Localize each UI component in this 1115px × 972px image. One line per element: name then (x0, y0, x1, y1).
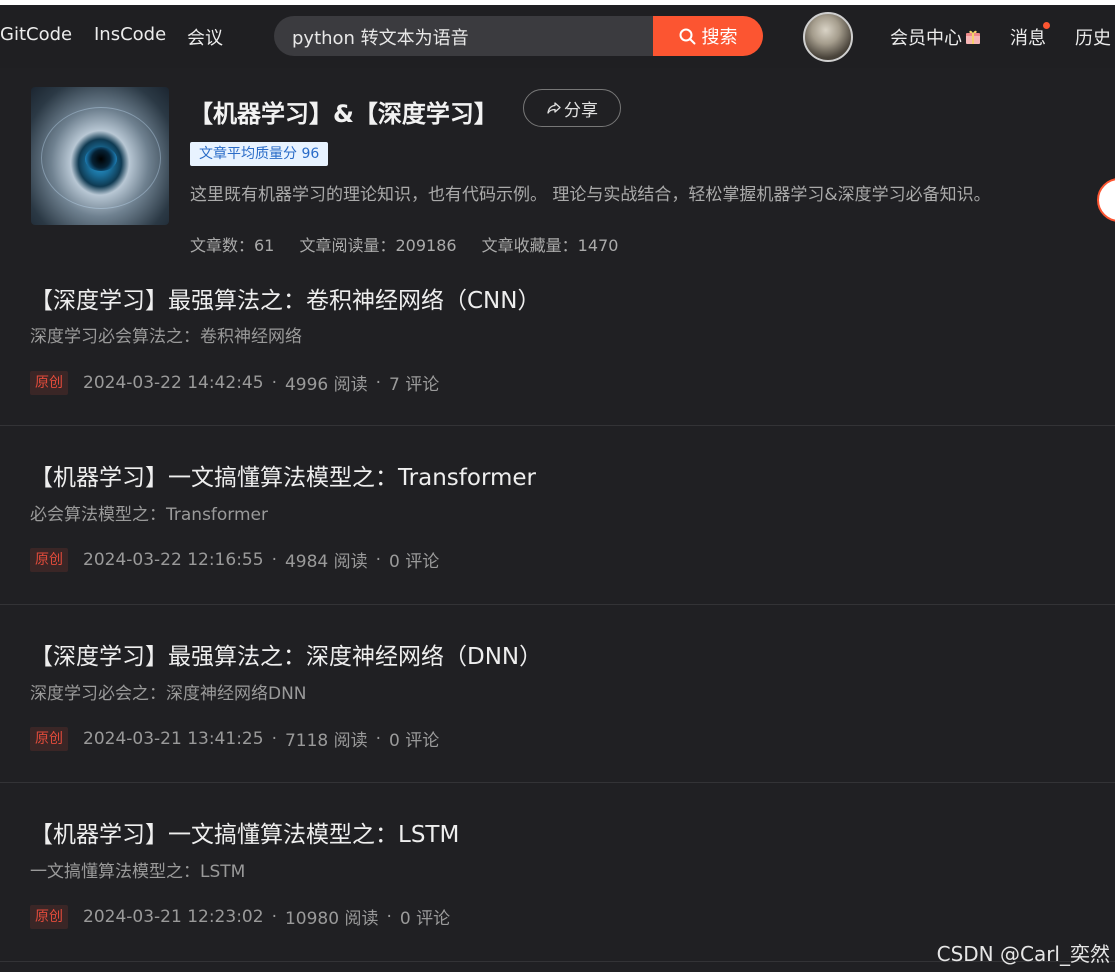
article-meta: 原创 2024-03-21 13:41:25 · 7118 阅读 · 0 评论 (30, 726, 439, 751)
article-comments[interactable]: 0 评论 (400, 904, 450, 929)
search-button-label: 搜索 (701, 27, 738, 48)
article-item[interactable]: 【机器学习】一文搞懂算法模型之：LSTM 一文搞懂算法模型之：LSTM 原创 2… (0, 783, 1115, 962)
original-tag: 原创 (30, 370, 68, 395)
article-item[interactable]: 【深度学习】最强算法之：卷积神经网络（CNN） 深度学习必会算法之：卷积神经网络… (0, 268, 1115, 426)
search-box (274, 16, 654, 58)
search-button[interactable]: 搜索 (653, 16, 763, 56)
search-input[interactable] (290, 16, 654, 58)
article-date: 2024-03-22 14:42:45 (83, 372, 264, 393)
article-description: 深度学习必会算法之：卷积神经网络 (30, 327, 302, 347)
article-title[interactable]: 【机器学习】一文搞懂算法模型之：Transformer (30, 458, 536, 492)
quality-score-badge: 文章平均质量分 96 (190, 142, 329, 166)
article-date: 2024-03-22 12:16:55 (83, 549, 264, 570)
article-description: 深度学习必会之：深度神经网络DNN (30, 684, 307, 704)
article-meta: 原创 2024-03-22 12:16:55 · 4984 阅读 · 0 评论 (30, 547, 439, 572)
column-description: 这里既有机器学习的理论知识，也有代码示例。 理论与实战结合，轻松掌握机器学习&深… (190, 185, 991, 205)
article-reads: 4996 阅读 (284, 375, 368, 395)
original-tag: 原创 (30, 726, 68, 751)
nav-meeting[interactable]: 会议 (187, 24, 223, 50)
nav-inscode[interactable]: InsCode (94, 24, 166, 45)
read-count: 文章阅读量：209186 (299, 236, 457, 255)
article-title[interactable]: 【深度学习】最强算法之：卷积神经网络（CNN） (30, 281, 540, 315)
vip-center-link[interactable]: 会员中心 (890, 24, 981, 50)
messages-link[interactable]: 消息 (1010, 24, 1046, 50)
original-tag: 原创 (30, 904, 68, 929)
share-button[interactable]: 分享 (523, 89, 621, 127)
favorite-count: 文章收藏量：1470 (481, 236, 619, 255)
article-reads: 10980 阅读 (284, 909, 379, 929)
watermark: CSDN @Carl_奕然 (936, 942, 1110, 966)
article-item[interactable]: 【深度学习】最强算法之：深度神经网络（DNN） 深度学习必会之：深度神经网络DN… (0, 605, 1115, 783)
nav-gitcode[interactable]: GitCode (0, 24, 72, 45)
article-count: 文章数：61 (190, 236, 275, 255)
article-comments[interactable]: 0 评论 (389, 726, 439, 751)
search-icon (679, 28, 695, 44)
article-description: 必会算法模型之：Transformer (30, 505, 269, 525)
article-description: 一文搞懂算法模型之：LSTM (30, 862, 246, 882)
column-stats: 文章数：61 文章阅读量：209186 文章收藏量：1470 (190, 232, 638, 256)
article-meta: 原创 2024-03-22 14:42:45 · 4996 阅读 · 7 评论 (30, 370, 439, 395)
gift-icon (966, 30, 980, 44)
avatar[interactable] (803, 12, 853, 62)
notification-dot (1043, 22, 1050, 29)
article-reads: 7118 阅读 (284, 731, 368, 751)
article-comments[interactable]: 7 评论 (389, 370, 439, 395)
article-meta: 原创 2024-03-21 12:23:02 · 10980 阅读 · 0 评论 (30, 904, 450, 929)
vip-center-label: 会员中心 (890, 28, 962, 49)
top-navbar: GitCode InsCode 会议 搜索 会员中心 消息 历史 (0, 5, 1115, 68)
article-comments[interactable]: 0 评论 (389, 547, 439, 572)
article-date: 2024-03-21 13:41:25 (83, 728, 264, 749)
article-date: 2024-03-21 12:23:02 (83, 906, 264, 927)
floating-side-button[interactable] (1097, 178, 1115, 222)
article-item[interactable]: 【机器学习】一文搞懂算法模型之：Transformer 必会算法模型之：Tran… (0, 426, 1115, 605)
column-cover-image (31, 87, 169, 225)
article-title[interactable]: 【机器学习】一文搞懂算法模型之：LSTM (30, 815, 459, 849)
share-icon (547, 102, 561, 114)
original-tag: 原创 (30, 547, 68, 572)
share-label: 分享 (564, 100, 598, 121)
article-title[interactable]: 【深度学习】最强算法之：深度神经网络（DNN） (30, 637, 542, 671)
column-title: 【机器学习】&【深度学习】 (189, 100, 498, 128)
history-link[interactable]: 历史 (1075, 24, 1111, 50)
article-reads: 4984 阅读 (284, 552, 368, 572)
